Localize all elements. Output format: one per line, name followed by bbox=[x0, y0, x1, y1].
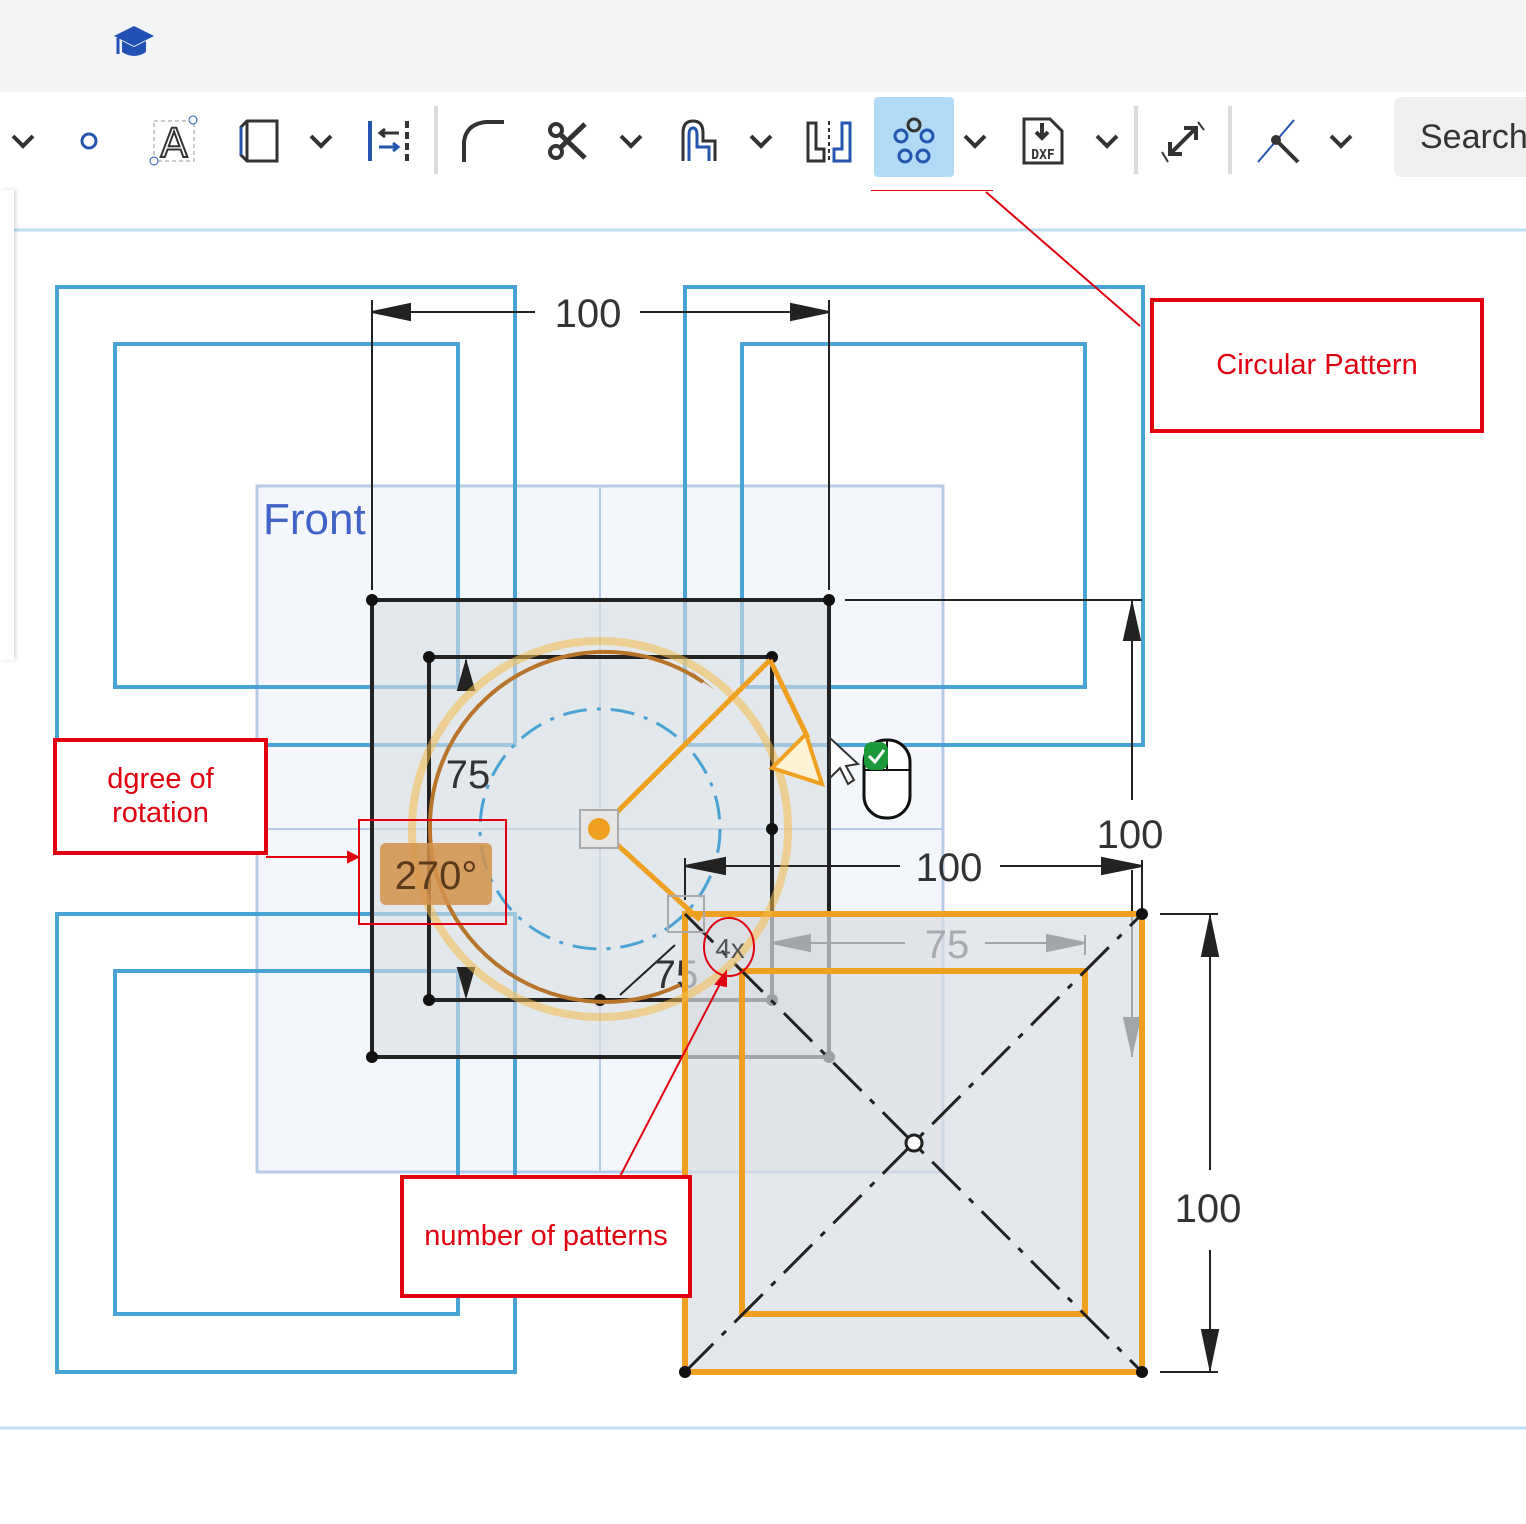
search-button[interactable]: Search bbox=[1394, 97, 1526, 177]
use-icon[interactable] bbox=[236, 92, 282, 190]
mirror-icon[interactable] bbox=[804, 92, 854, 190]
top-bar bbox=[0, 0, 1526, 92]
selected-square[interactable] bbox=[679, 908, 1148, 1378]
point-icon[interactable] bbox=[72, 92, 106, 190]
chevron-down-icon[interactable] bbox=[1326, 92, 1356, 190]
pattern-center-point bbox=[588, 818, 610, 840]
circular-pattern-icon[interactable] bbox=[874, 92, 954, 190]
dimension-label: 100 bbox=[916, 846, 983, 890]
chevron-down-icon[interactable] bbox=[960, 92, 990, 190]
scissors-icon[interactable] bbox=[546, 92, 590, 190]
annotation-degree-of-rotation: dgree of rotation bbox=[53, 738, 268, 855]
svg-text:A: A bbox=[160, 121, 188, 167]
sketch-toolbar: A DXF Search bbox=[0, 92, 1526, 190]
annotation-circular-pattern: Circular Pattern bbox=[1150, 298, 1484, 433]
text-icon[interactable]: A bbox=[148, 92, 200, 190]
chevron-down-icon[interactable] bbox=[6, 92, 40, 190]
offset-curve-icon[interactable] bbox=[678, 92, 720, 190]
chevron-down-icon[interactable] bbox=[616, 92, 646, 190]
chevron-down-icon[interactable] bbox=[746, 92, 776, 190]
dimension-label: 100 bbox=[1175, 1187, 1242, 1231]
graduation-cap-icon[interactable] bbox=[112, 24, 156, 60]
offset-icon[interactable] bbox=[366, 92, 414, 190]
dimension-label: 100 bbox=[1097, 813, 1164, 857]
chevron-down-icon[interactable] bbox=[1092, 92, 1122, 190]
chevron-down-icon[interactable] bbox=[306, 92, 336, 190]
svg-text:DXF: DXF bbox=[1031, 148, 1055, 163]
pattern-count-value[interactable]: 4x bbox=[715, 933, 745, 964]
annotation-number-of-patterns: number of patterns bbox=[400, 1175, 692, 1298]
mouse-click-icon bbox=[862, 738, 912, 820]
fillet-icon[interactable] bbox=[460, 92, 506, 190]
dimension-label: 100 bbox=[555, 292, 622, 336]
transform-icon[interactable] bbox=[1160, 92, 1206, 190]
left-panel-edge bbox=[0, 190, 14, 660]
rotation-angle-value[interactable]: 270° bbox=[395, 854, 478, 898]
intersect-icon[interactable] bbox=[1254, 92, 1304, 190]
dimension-label: 75 bbox=[446, 753, 491, 797]
dxf-icon[interactable]: DXF bbox=[1020, 92, 1066, 190]
plane-label: Front bbox=[263, 495, 366, 544]
